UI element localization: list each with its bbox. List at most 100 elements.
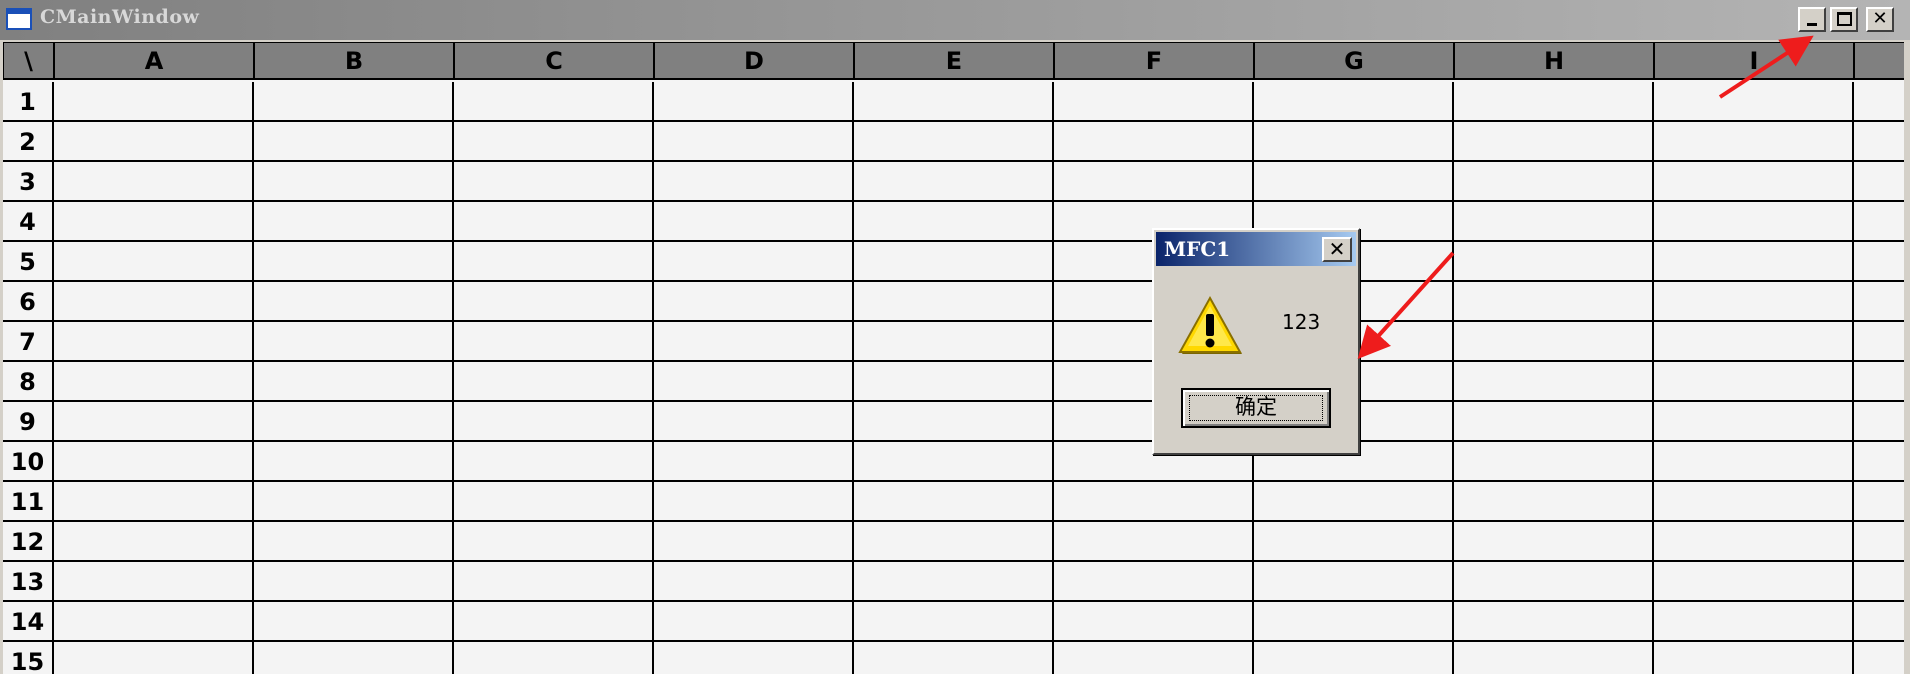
grid-cell[interactable] xyxy=(654,482,854,522)
grid-cell[interactable] xyxy=(254,122,454,162)
grid-cell[interactable] xyxy=(454,82,654,122)
grid-cell[interactable] xyxy=(1854,522,1904,562)
grid-cell[interactable] xyxy=(54,202,254,242)
title-bar[interactable]: CMainWindow ✕ xyxy=(0,0,1910,40)
grid-cell[interactable] xyxy=(854,362,1054,402)
grid-cell[interactable] xyxy=(854,562,1054,602)
row-header-6[interactable]: 6 xyxy=(3,282,54,322)
grid-cell[interactable] xyxy=(1654,442,1854,482)
grid-cell[interactable] xyxy=(1054,482,1254,522)
grid-cell[interactable] xyxy=(1854,82,1904,122)
grid-cell[interactable] xyxy=(454,282,654,322)
grid-cell[interactable] xyxy=(1454,242,1654,282)
grid-cell[interactable] xyxy=(654,122,854,162)
grid-cell[interactable] xyxy=(854,642,1054,674)
column-header-f[interactable]: F xyxy=(1054,42,1254,80)
grid-cell[interactable] xyxy=(54,322,254,362)
minimize-button[interactable] xyxy=(1798,7,1826,32)
grid-cell[interactable] xyxy=(54,362,254,402)
grid-cell[interactable] xyxy=(854,522,1054,562)
grid-cell[interactable] xyxy=(1654,362,1854,402)
grid-cell[interactable] xyxy=(854,82,1054,122)
grid-cell[interactable] xyxy=(1654,202,1854,242)
grid-cell[interactable] xyxy=(54,522,254,562)
grid-cell[interactable] xyxy=(1854,242,1904,282)
column-header-h[interactable]: H xyxy=(1454,42,1654,80)
close-button[interactable]: ✕ xyxy=(1866,7,1894,32)
row-header-5[interactable]: 5 xyxy=(3,242,54,282)
row-header-12[interactable]: 12 xyxy=(3,522,54,562)
grid-cell[interactable] xyxy=(54,402,254,442)
grid-cell[interactable] xyxy=(254,362,454,402)
grid-cell[interactable] xyxy=(254,482,454,522)
grid-cell[interactable] xyxy=(454,322,654,362)
grid-cell[interactable] xyxy=(254,642,454,674)
grid-cell[interactable] xyxy=(454,522,654,562)
grid-cell[interactable] xyxy=(654,642,854,674)
grid-cell[interactable] xyxy=(1254,82,1454,122)
grid-cell[interactable] xyxy=(1854,642,1904,674)
grid-cell[interactable] xyxy=(1454,562,1654,602)
column-header-c[interactable]: C xyxy=(454,42,654,80)
grid-cell[interactable] xyxy=(1454,522,1654,562)
grid-cell[interactable] xyxy=(1654,82,1854,122)
grid-cell[interactable] xyxy=(1654,642,1854,674)
row-header-4[interactable]: 4 xyxy=(3,202,54,242)
grid-cell[interactable] xyxy=(1454,82,1654,122)
grid-cell[interactable] xyxy=(1454,322,1654,362)
grid-cell[interactable] xyxy=(1854,442,1904,482)
grid-cell[interactable] xyxy=(254,562,454,602)
grid-cell[interactable] xyxy=(1854,282,1904,322)
grid-cell[interactable] xyxy=(1454,642,1654,674)
grid-cell[interactable] xyxy=(254,82,454,122)
dialog-title-bar[interactable]: MFC1 ✕ xyxy=(1156,232,1356,266)
grid-cell[interactable] xyxy=(254,282,454,322)
row-header-13[interactable]: 13 xyxy=(3,562,54,602)
grid-cell[interactable] xyxy=(854,322,1054,362)
row-header-11[interactable]: 11 xyxy=(3,482,54,522)
grid-cell[interactable] xyxy=(654,162,854,202)
grid-cell[interactable] xyxy=(54,82,254,122)
grid-cell[interactable] xyxy=(654,82,854,122)
grid-cell[interactable] xyxy=(1254,122,1454,162)
grid-cell[interactable] xyxy=(1454,442,1654,482)
row-header-7[interactable]: 7 xyxy=(3,322,54,362)
grid-cell[interactable] xyxy=(1654,482,1854,522)
grid-cell[interactable] xyxy=(1054,522,1254,562)
grid-cell[interactable] xyxy=(1254,522,1454,562)
grid-cell[interactable] xyxy=(54,642,254,674)
column-header-next[interactable] xyxy=(1854,42,1904,80)
grid-cell[interactable] xyxy=(1254,482,1454,522)
column-header-g[interactable]: G xyxy=(1254,42,1454,80)
grid-cell[interactable] xyxy=(854,282,1054,322)
grid-cell[interactable] xyxy=(654,562,854,602)
grid-cell[interactable] xyxy=(654,282,854,322)
grid-cell[interactable] xyxy=(654,442,854,482)
grid-cell[interactable] xyxy=(1454,402,1654,442)
column-header-d[interactable]: D xyxy=(654,42,854,80)
grid-cell[interactable] xyxy=(1854,562,1904,602)
grid-cell[interactable] xyxy=(1454,122,1654,162)
row-header-14[interactable]: 14 xyxy=(3,602,54,642)
grid-cell[interactable] xyxy=(1654,522,1854,562)
grid-cell[interactable] xyxy=(54,442,254,482)
ok-button[interactable]: 确定 xyxy=(1181,388,1331,428)
column-header-b[interactable]: B xyxy=(254,42,454,80)
grid-cell[interactable] xyxy=(1654,122,1854,162)
grid-cell[interactable] xyxy=(1654,562,1854,602)
grid-cell[interactable] xyxy=(454,442,654,482)
grid-cell[interactable] xyxy=(454,602,654,642)
grid-cell[interactable] xyxy=(1854,162,1904,202)
grid-cell[interactable] xyxy=(1254,642,1454,674)
grid-cell[interactable] xyxy=(1254,562,1454,602)
grid-cell[interactable] xyxy=(1054,82,1254,122)
grid-cell[interactable] xyxy=(1654,162,1854,202)
grid-cell[interactable] xyxy=(1854,402,1904,442)
grid-cell[interactable] xyxy=(1454,162,1654,202)
grid-cell[interactable] xyxy=(1854,482,1904,522)
grid-cell[interactable] xyxy=(454,482,654,522)
grid-cell[interactable] xyxy=(654,522,854,562)
grid-cell[interactable] xyxy=(654,242,854,282)
grid-cell[interactable] xyxy=(54,242,254,282)
maximize-button[interactable] xyxy=(1830,7,1858,32)
